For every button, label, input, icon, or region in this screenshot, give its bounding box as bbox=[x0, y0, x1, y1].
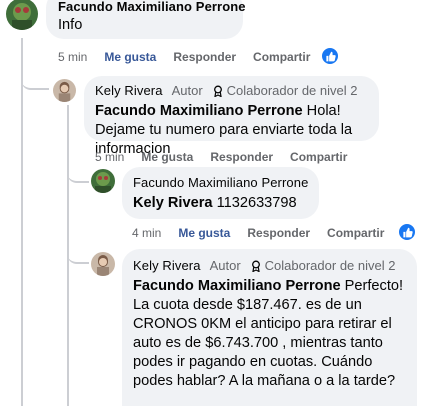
author-role-label: Autor bbox=[171, 83, 203, 98]
comment-text: Kely Rivera 1132633798 bbox=[133, 194, 308, 213]
avatar[interactable] bbox=[91, 169, 115, 193]
comment-bubble: Kely Rivera Autor Colaborador de nivel 2… bbox=[84, 76, 379, 157]
comment-author[interactable]: Kely Rivera bbox=[95, 83, 163, 99]
comment-body: 1132633798 bbox=[212, 195, 297, 211]
mention[interactable]: Kely Rivera bbox=[133, 195, 213, 211]
thread-line-main bbox=[21, 38, 23, 406]
author-role-label: Autor bbox=[209, 258, 241, 273]
comment-bubble: Facundo Maximiliano Perrone Kely Rivera … bbox=[122, 167, 319, 219]
comment-time[interactable]: 5 min bbox=[58, 50, 87, 64]
contributor-badge[interactable]: Colaborador de nivel 2 bbox=[250, 258, 396, 274]
comment-text: Facundo Maximiliano Perrone Perfecto! La… bbox=[133, 277, 409, 391]
like-reaction-icon[interactable] bbox=[321, 47, 339, 65]
comment-bubble: Facundo Maximiliano Perrone Info bbox=[46, 0, 246, 39]
thread-connector bbox=[67, 165, 89, 183]
badge-label: Colaborador de nivel 2 bbox=[264, 258, 396, 273]
avatar[interactable] bbox=[91, 252, 115, 276]
comment-time[interactable]: 5 min bbox=[95, 150, 124, 164]
like-reaction-icon[interactable] bbox=[398, 223, 416, 241]
reply-button[interactable]: Responder bbox=[247, 226, 310, 240]
badge-award-icon bbox=[213, 85, 222, 97]
avatar[interactable] bbox=[53, 79, 76, 102]
share-button[interactable]: Compartir bbox=[253, 50, 310, 64]
badge-award-icon bbox=[251, 260, 260, 272]
share-button[interactable]: Compartir bbox=[290, 150, 347, 164]
like-button[interactable]: Me gusta bbox=[141, 150, 193, 164]
thread-connector bbox=[67, 246, 89, 264]
like-button[interactable]: Me gusta bbox=[178, 226, 230, 240]
thread-connector bbox=[21, 72, 49, 90]
comment-actions: 4 min Me gusta Responder Compartir bbox=[132, 225, 401, 241]
reply-button[interactable]: Responder bbox=[210, 150, 273, 164]
reply-button[interactable]: Responder bbox=[173, 50, 236, 64]
like-button[interactable]: Me gusta bbox=[104, 50, 156, 64]
comment-bubble: Kely Rivera Autor Colaborador de nivel 2… bbox=[122, 249, 417, 406]
mention[interactable]: Facundo Maximiliano Perrone bbox=[133, 278, 341, 294]
comment-author[interactable]: Facundo Maximiliano Perrone bbox=[133, 175, 308, 191]
comment-text: Info bbox=[58, 17, 83, 33]
mention[interactable]: Facundo Maximiliano Perrone bbox=[95, 103, 303, 119]
comment-body: Perfecto! La cuota desde $187.467. es de… bbox=[133, 278, 404, 389]
comment-time[interactable]: 4 min bbox=[132, 226, 161, 240]
badge-label: Colaborador de nivel 2 bbox=[226, 83, 358, 98]
share-button[interactable]: Compartir bbox=[327, 226, 384, 240]
comment-author[interactable]: Kely Rivera bbox=[133, 258, 201, 274]
comment-actions: 5 min Me gusta Responder Compartir bbox=[95, 149, 364, 165]
comment-actions: 5 min Me gusta Responder Compartir bbox=[58, 49, 327, 65]
contributor-badge[interactable]: Colaborador de nivel 2 bbox=[212, 83, 358, 99]
comment-author[interactable]: Facundo Maximiliano Perrone bbox=[58, 0, 246, 15]
avatar[interactable] bbox=[6, 0, 38, 30]
